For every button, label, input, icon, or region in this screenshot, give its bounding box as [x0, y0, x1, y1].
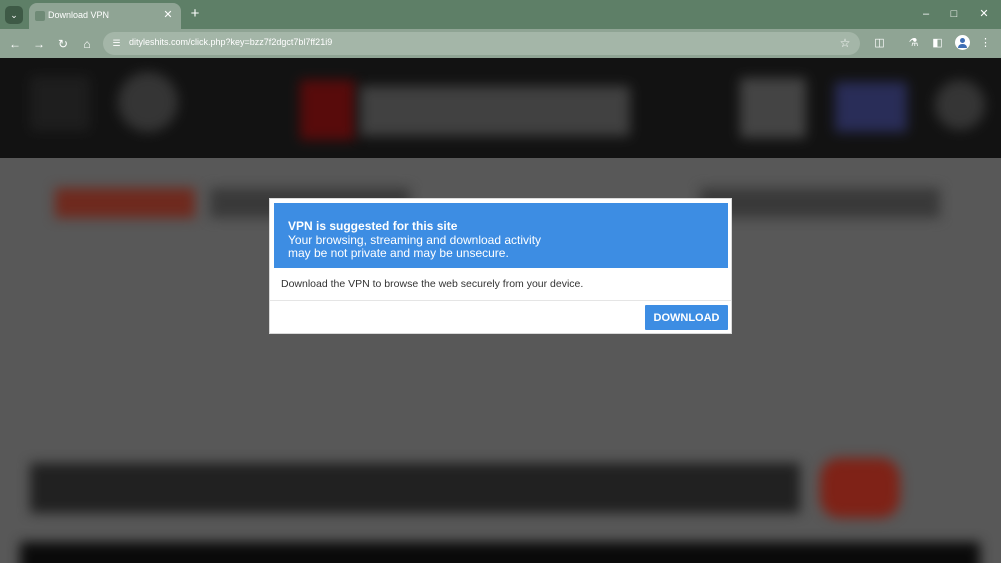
modal-header: VPN is suggested for this site Your brow…: [274, 203, 728, 268]
minimize-icon: –: [922, 8, 930, 20]
address-bar[interactable]: ☰ dityleshits.com/click.php?key=bzz7f2dg…: [103, 32, 860, 55]
modal-message-line-1: Your browsing, streaming and download ac…: [288, 233, 542, 247]
browser-toolbar: ← → ↻ ⌂ ☰ dityleshits.com/click.php?key=…: [0, 29, 1001, 58]
reload-button[interactable]: ↻: [54, 35, 72, 53]
minimize-button[interactable]: –: [918, 6, 934, 22]
reload-icon: ↻: [57, 37, 69, 51]
tune-icon: ☰: [112, 38, 121, 48]
maximize-button[interactable]: □: [946, 6, 962, 22]
profile-avatar-icon[interactable]: [955, 35, 970, 50]
tab-download-vpn[interactable]: Download VPN ✕: [29, 3, 181, 29]
home-button[interactable]: ⌂: [78, 35, 96, 53]
new-tab-button[interactable]: +: [187, 6, 203, 22]
side-panel-button[interactable]: ◧: [929, 35, 946, 52]
close-icon: ✕: [979, 8, 989, 20]
site-info-button[interactable]: ☰: [109, 36, 124, 51]
extensions-button[interactable]: ◫: [871, 35, 888, 52]
download-button[interactable]: DOWNLOAD: [645, 305, 728, 330]
bookmark-button[interactable]: ☆: [837, 35, 853, 51]
close-tab-button[interactable]: ✕: [161, 8, 175, 22]
flask-icon: ⚗: [908, 37, 919, 49]
star-icon: ☆: [839, 36, 851, 50]
vpn-modal: VPN is suggested for this site Your brow…: [269, 198, 732, 334]
url-text[interactable]: dityleshits.com/click.php?key=bzz7f2dgct…: [129, 37, 332, 47]
modal-divider: [270, 300, 731, 301]
tab-title: Download VPN: [48, 10, 110, 20]
chevron-down-icon: ⌄: [10, 9, 18, 20]
home-icon: ⌂: [83, 37, 91, 51]
tab-strip: ⌄ Download VPN ✕ + – □ ✕: [0, 0, 1001, 29]
favicon-icon: [35, 11, 45, 21]
modal-body-text: Download the VPN to browse the web secur…: [281, 278, 584, 290]
forward-button[interactable]: →: [30, 35, 48, 53]
tab-search-button[interactable]: ⌄: [5, 6, 23, 24]
arrow-left-icon: ←: [9, 37, 21, 51]
close-icon: ✕: [163, 9, 173, 21]
kebab-menu-icon: ⋮: [980, 37, 991, 49]
plus-icon: +: [190, 5, 200, 22]
puzzle-icon: ◫: [874, 37, 885, 49]
side-panel-icon: ◧: [932, 37, 943, 49]
arrow-right-icon: →: [33, 37, 45, 51]
modal-title: VPN is suggested for this site: [288, 219, 458, 233]
close-window-button[interactable]: ✕: [976, 6, 992, 22]
labs-button[interactable]: ⚗: [905, 35, 922, 52]
maximize-icon: □: [950, 8, 958, 20]
back-button[interactable]: ←: [6, 35, 24, 53]
modal-message-line-2: may be not private and may be unsecure.: [288, 246, 509, 260]
menu-button[interactable]: ⋮: [977, 35, 994, 52]
